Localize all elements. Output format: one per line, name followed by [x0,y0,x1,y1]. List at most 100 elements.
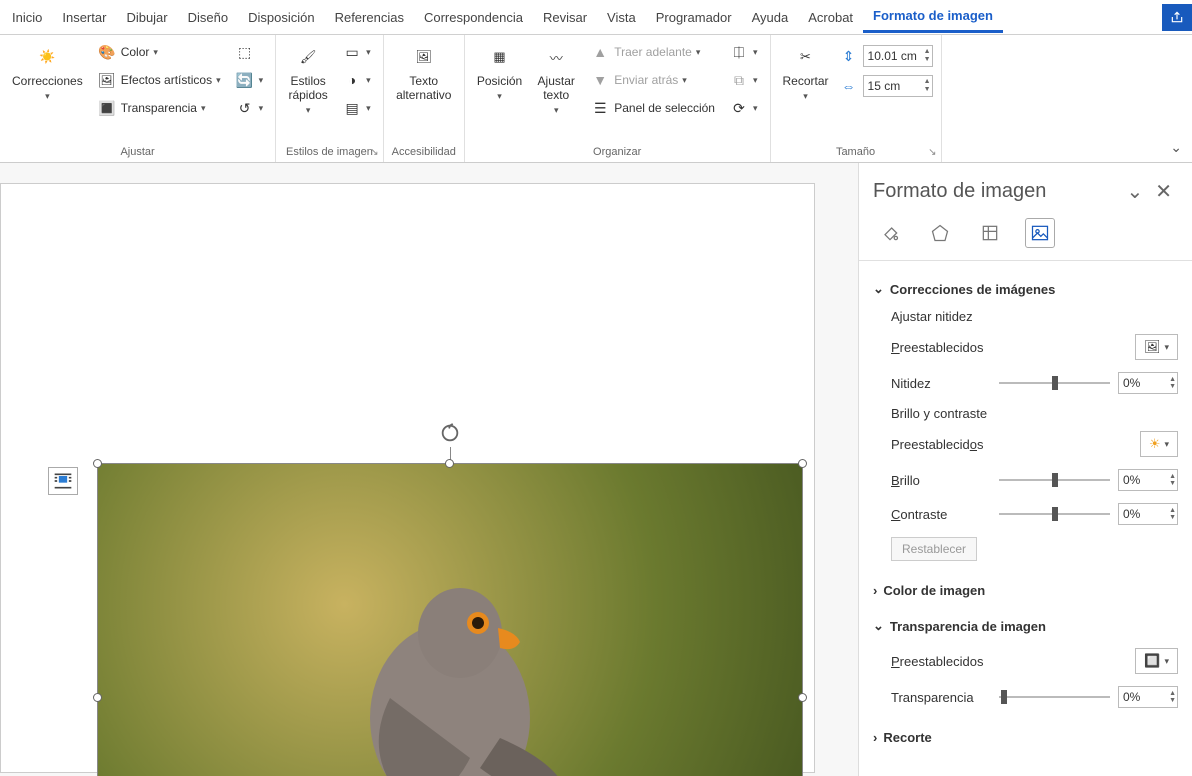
label-preestablecidos-brillo: Preestablecidos [891,437,991,452]
tab-ayuda[interactable]: Ayuda [742,3,799,32]
tab-acrobat[interactable]: Acrobat [798,3,863,32]
tab-revisar[interactable]: Revisar [533,3,597,32]
label-preestablecidos-transp: Preestablecidos [891,654,991,669]
pane-options-button[interactable]: ⌄ [1120,179,1149,204]
spinner-down[interactable]: ▼ [1169,514,1176,521]
tab-referencias[interactable]: Referencias [325,3,414,32]
spinner-up[interactable]: ▲ [1169,376,1176,383]
restablecer-button: Restablecer [891,537,977,561]
slider-thumb[interactable] [1052,376,1058,390]
pane-title: Formato de imagen [873,180,1046,203]
input-nitidez[interactable]: 0%▲▼ [1118,372,1178,394]
texto-alternativo-button[interactable]: 🖼 Texto alternativo [392,39,455,105]
resize-handle-e[interactable] [798,693,807,702]
enviar-atras-button[interactable]: ▼Enviar atrás▾ [586,67,719,93]
width-input[interactable]: 15 cm▲▼ [863,75,933,97]
position-icon: ▦ [484,41,516,73]
ribbon: ☀️ Correcciones ▾ 🎨Color▾ 🖼Efectos artís… [0,35,1192,163]
resize-handle-w[interactable] [93,693,102,702]
posicion-button[interactable]: ▦ Posición ▾ [473,39,526,104]
spinner-down[interactable]: ▼ [924,56,931,64]
pentagon-icon [930,223,950,243]
rotate-icon: ⟳ [729,98,749,118]
slider-thumb[interactable] [1052,473,1058,487]
section-color-imagen[interactable]: ›Color de imagen [873,579,1178,602]
ajustar-texto-button[interactable]: 〰 Ajustar texto ▾ [532,39,580,118]
color-button[interactable]: 🎨Color▾ [93,39,225,65]
tab-disposicion[interactable]: Disposición [238,3,324,32]
compress-button[interactable]: ⬚ [231,39,268,65]
spinner-up[interactable]: ▲ [1169,473,1176,480]
recortar-button[interactable]: ✂ Recortar ▾ [779,39,833,104]
align-button[interactable]: ⎅▾ [725,39,762,65]
resize-handle-ne[interactable] [798,459,807,468]
tab-inicio[interactable]: Inicio [2,3,52,32]
crop-icon: ✂ [790,41,822,73]
share-button[interactable] [1162,4,1192,31]
tab-correspondencia[interactable]: Correspondencia [414,3,533,32]
picture-effects-button[interactable]: ◑▾ [338,67,375,93]
pane-tab-fill[interactable] [875,218,905,248]
picture-icon [1030,223,1050,243]
slider-nitidez[interactable] [999,378,1110,388]
selected-image[interactable]: ANIMALES SALVAJES [97,463,803,776]
tab-insertar[interactable]: Insertar [52,3,116,32]
group-objects-button[interactable]: ⧉▾ [725,67,762,93]
layout-options-button[interactable] [48,467,78,495]
pane-tab-layout[interactable] [975,218,1005,248]
spinner-down[interactable]: ▼ [924,86,931,94]
dialog-launcher-estilos[interactable]: ↘ [370,147,378,158]
slider-thumb[interactable] [1052,507,1058,521]
preset-transparencia-button[interactable]: 🔲▾ [1135,648,1178,674]
align-icon: ⎅ [729,42,749,62]
spinner-up[interactable]: ▲ [924,48,931,56]
spinner-down[interactable]: ▼ [1169,383,1176,390]
reset-picture-button[interactable]: ↺▾ [231,95,268,121]
panel-seleccion-button[interactable]: ☰Panel de selección [586,95,719,121]
tab-formato-imagen[interactable]: Formato de imagen [863,1,1003,33]
picture-layout-button[interactable]: ▤▾ [338,95,375,121]
tab-vista[interactable]: Vista [597,3,646,32]
spinner-down[interactable]: ▼ [1169,697,1176,704]
section-transparencia-imagen[interactable]: ⌄Transparencia de imagen [873,614,1178,638]
spinner-up[interactable]: ▲ [1169,690,1176,697]
efectos-artisticos-button[interactable]: 🖼Efectos artísticos▾ [93,67,225,93]
resize-handle-nw[interactable] [93,459,102,468]
input-contraste[interactable]: 0%▲▼ [1118,503,1178,525]
palette-icon: 🎨 [97,42,117,62]
slider-contraste[interactable] [999,509,1110,519]
height-input[interactable]: 10.01 cm▲▼ [863,45,933,67]
transparencia-button[interactable]: 🔳Transparencia▾ [93,95,225,121]
slider-thumb[interactable] [1001,690,1007,704]
change-picture-button[interactable]: 🔄▾ [231,67,268,93]
height-icon: ⇕ [839,46,859,66]
dialog-launcher-tamano[interactable]: ↘ [928,147,936,158]
tab-programador[interactable]: Programador [646,3,742,32]
input-transparencia[interactable]: 0%▲▼ [1118,686,1178,708]
rotate-button[interactable]: ⟳▾ [725,95,762,121]
section-recorte[interactable]: ›Recorte [873,726,1178,749]
spinner-down[interactable]: ▼ [1169,480,1176,487]
picture-border-button[interactable]: ▭▾ [338,39,375,65]
close-pane-button[interactable]: ✕ [1149,179,1178,204]
document-canvas[interactable]: ANIMALES SALVAJES [0,163,858,776]
label-transparencia: Transparencia [891,690,991,705]
correcciones-button[interactable]: ☀️ Correcciones ▾ [8,39,87,104]
input-brillo[interactable]: 0%▲▼ [1118,469,1178,491]
collapse-ribbon-button[interactable]: ⌄ [1170,139,1182,156]
estilos-rapidos-button[interactable]: 🖌 Estilos rápidos ▾ [284,39,332,118]
resize-handle-n[interactable] [445,459,454,468]
format-picture-pane: Formato de imagen ⌄ ✕ ⌄Correcciones de i… [858,163,1192,776]
section-correcciones[interactable]: ⌄Correcciones de imágenes [873,277,1178,301]
slider-brillo[interactable] [999,475,1110,485]
spinner-up[interactable]: ▲ [924,78,931,86]
slider-transparencia[interactable] [999,692,1110,702]
pane-tab-picture[interactable] [1025,218,1055,248]
spinner-up[interactable]: ▲ [1169,507,1176,514]
pane-tab-effects[interactable] [925,218,955,248]
traer-adelante-button[interactable]: ▲Traer adelante▾ [586,39,719,65]
preset-nitidez-button[interactable]: 🖼▾ [1135,334,1178,360]
tab-diseno[interactable]: Diseño [178,3,238,32]
preset-brillo-button[interactable]: ☀▾ [1140,431,1178,457]
tab-dibujar[interactable]: Dibujar [116,3,177,32]
